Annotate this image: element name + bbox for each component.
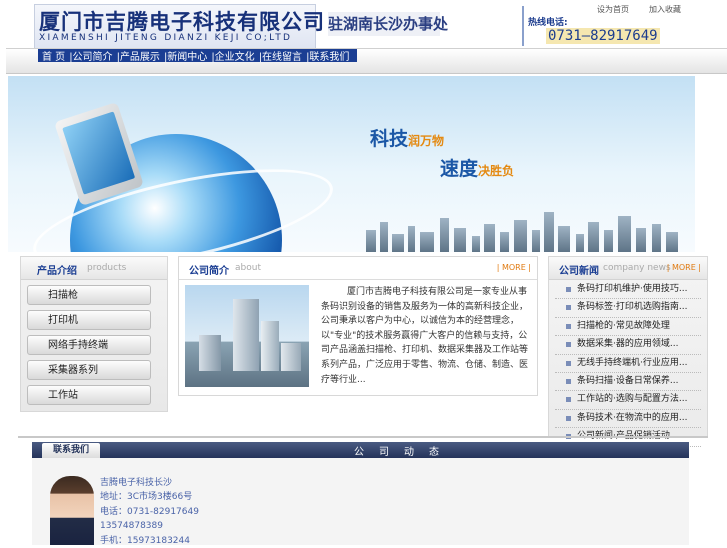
news-item-text: 条码打印机维护·使用技巧... — [577, 284, 688, 294]
news-item[interactable]: 数据采集·器的应用领域... — [555, 336, 701, 355]
news-list: 条码打印机维护·使用技巧... 条码标签·打印机选购指南... 扫描枪的·常见故… — [555, 281, 701, 447]
news-item[interactable]: 条码标签·打印机选购指南... — [555, 299, 701, 318]
products-title-bar: 产品介绍 products — [21, 257, 167, 280]
service-avatar — [50, 476, 94, 545]
company-name-cn: 厦门市吉腾电子科技有限公司 — [39, 9, 325, 34]
tablet-screen — [62, 111, 136, 195]
news-item-text: 条码技术·在物流中的应用... — [577, 412, 688, 423]
company-name-en: XIAMENSHI JITENG DIANZI KEJI CO;LTD — [39, 33, 293, 43]
product-item-scanner[interactable]: 扫描枪 — [27, 285, 151, 305]
contact-mobile: 13574878389 — [100, 521, 163, 532]
bullet-icon — [566, 342, 571, 348]
main-nav: 首 页 |公司简介 |产品展示 |新闻中心 |企业文化 |在线留言 |联系我们 — [6, 48, 727, 74]
contact-area: 吉腾电子科技长沙 地址：3C市场3楼66号 电话：0731-82917649 1… — [32, 458, 689, 548]
about-more-link[interactable]: | MORE | — [497, 263, 531, 272]
about-title-en: about — [235, 263, 261, 273]
nav-item-about[interactable]: |公司简介 — [69, 48, 112, 63]
hero-banner: 科技润万物 速度决胜负 — [8, 76, 695, 252]
slogan-1-accent: 润万物 — [408, 134, 445, 148]
contact-company: 吉腾电子科技长沙 — [100, 478, 173, 488]
product-item-printer[interactable]: 打印机 — [27, 310, 151, 330]
hotline-label: 热线电话: — [528, 18, 568, 28]
about-text: 厦门市吉腾电子科技有限公司是一家专业从事条码识别设备的销售及服务为一体的高新科技… — [321, 287, 529, 385]
bullet-icon — [566, 305, 571, 311]
nav-item-home[interactable]: 首 页 — [42, 48, 65, 63]
nav-item-culture[interactable]: |企业文化 — [211, 48, 254, 63]
bullet-icon — [566, 287, 571, 292]
slogan-line-1: 科技润万物 — [370, 124, 444, 151]
nav-item-contact[interactable]: |联系我们 — [306, 48, 349, 63]
news-item[interactable]: 无线手持终端机·行业应用... — [555, 355, 701, 373]
about-panel: 公司简介 about | MORE | 厦门市吉腾电子科技有限公司是一家专业从事… — [178, 256, 538, 396]
contact-phone: 电话：0731-82917649 — [100, 506, 199, 517]
bullet-icon — [566, 323, 571, 329]
slogan-line-2: 速度决胜负 — [440, 154, 514, 181]
nav-item-message[interactable]: |在线留言 — [259, 48, 302, 63]
city-skyline-image — [348, 208, 695, 252]
bullet-icon — [566, 415, 571, 421]
news-panel: 公司新闻 company news | MORE | 条码打印机维护·使用技巧.… — [548, 256, 708, 447]
nav-item-news[interactable]: |新闻中心 — [164, 48, 207, 63]
contact-address: 地址：3C市场3楼66号 — [100, 492, 193, 503]
nav-items: 首 页 |公司简介 |产品展示 |新闻中心 |企业文化 |在线留言 |联系我们 — [38, 48, 358, 63]
bullet-icon — [566, 360, 571, 366]
slogan-2-main: 速度 — [440, 158, 479, 180]
products-panel: 产品介绍 products 扫描枪 打印机 网络手持终端 采集器系列 工作站 — [20, 256, 168, 412]
company-building-image — [185, 285, 309, 387]
news-item[interactable]: 工作站的·选购与配置方法... — [555, 391, 701, 410]
center-title: 公司动态 — [354, 447, 454, 458]
bullet-icon — [566, 378, 571, 384]
contact-tab[interactable]: 联系我们 — [42, 443, 100, 458]
news-item[interactable]: 条码技术·在物流中的应用... — [555, 410, 701, 429]
section-divider — [18, 436, 708, 438]
about-title-bar: 公司简介 about | MORE | — [179, 257, 537, 280]
news-item[interactable]: 扫描枪的·常见故障处理 — [555, 318, 701, 337]
slogan-2-accent: 决胜负 — [478, 164, 515, 178]
news-title-en: company news — [603, 263, 671, 273]
products-title-en: products — [87, 263, 127, 273]
news-item-text: 条码扫描·设备日常保养... — [577, 375, 679, 386]
contact-mobile-2: 手机：15973183244 — [100, 535, 190, 546]
office-label: 驻湖南长沙办事处 — [328, 12, 448, 36]
product-item-collector[interactable]: 采集器系列 — [27, 360, 151, 380]
news-item[interactable]: 条码打印机维护·使用技巧... — [555, 281, 701, 300]
nav-item-products[interactable]: |产品展示 — [117, 48, 160, 63]
news-title-bar: 公司新闻 company news | MORE | — [549, 257, 707, 280]
contact-bar: 联系我们 公司动态 — [32, 442, 689, 458]
news-item-text: 条码标签·打印机选购指南... — [577, 302, 688, 313]
news-item-text: 无线手持终端机·行业应用... — [577, 357, 688, 368]
news-item-text: 工作站的·选购与配置方法... — [577, 394, 688, 405]
news-item-text: 数据采集·器的应用领域... — [577, 339, 679, 350]
product-item-workstation[interactable]: 工作站 — [27, 385, 151, 405]
news-item-text: 扫描枪的·常见故障处理 — [577, 320, 670, 331]
products-title: 产品介绍 — [37, 266, 77, 277]
about-title: 公司简介 — [189, 266, 229, 277]
news-item[interactable]: 条码扫描·设备日常保养... — [555, 373, 701, 392]
company-logo[interactable]: 厦门市吉腾电子科技有限公司 XIAMENSHI JITENG DIANZI KE… — [34, 4, 324, 50]
news-title: 公司新闻 — [559, 266, 599, 277]
contact-info: 吉腾电子科技长沙 地址：3C市场3楼66号 电话：0731-82917649 1… — [100, 476, 199, 548]
news-more-link[interactable]: | MORE | — [667, 263, 701, 272]
hotline-number: 0731—82917649 — [546, 28, 660, 44]
bullet-icon — [566, 397, 571, 403]
hotline-box: 热线电话: 0731—82917649 — [522, 6, 680, 46]
product-item-terminal[interactable]: 网络手持终端 — [27, 335, 151, 355]
slogan-1-main: 科技 — [370, 128, 409, 150]
